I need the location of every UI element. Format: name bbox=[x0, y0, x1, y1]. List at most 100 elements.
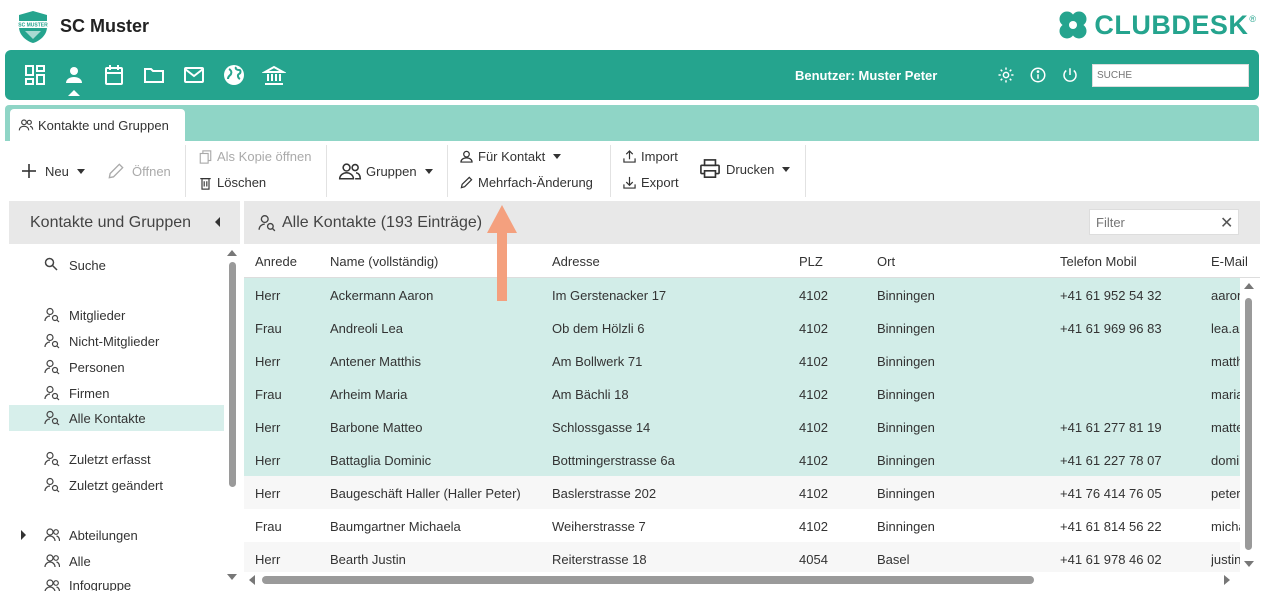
table-row[interactable]: Herr Bearth Justin Reiterstrasse 18 4054 Bas… bbox=[244, 542, 1240, 575]
column-header-city[interactable]: Ort bbox=[877, 254, 895, 269]
cell-city: Binningen bbox=[877, 453, 935, 468]
person-search-icon bbox=[44, 359, 60, 375]
sidebar-item-members[interactable]: Mitglieder bbox=[9, 302, 224, 328]
folder-icon[interactable] bbox=[142, 63, 166, 87]
person-search-icon bbox=[44, 451, 60, 467]
sidebar-title: Kontakte und Gruppen bbox=[30, 213, 192, 231]
toolbar-divider bbox=[326, 145, 327, 197]
import-label: Import bbox=[641, 149, 678, 164]
open-button[interactable]: Öffnen bbox=[106, 161, 171, 181]
filter-input[interactable] bbox=[1089, 209, 1239, 235]
cell-email: justin bbox=[1211, 552, 1240, 567]
sidebar-item-recently-added[interactable]: Zuletzt erfasst bbox=[9, 446, 224, 472]
sidebar-scroll-thumb[interactable] bbox=[229, 262, 236, 487]
cell-address: Am Bollwerk 71 bbox=[552, 354, 643, 369]
multi-change-button[interactable]: Mehrfach-Änderung bbox=[460, 175, 593, 190]
top-header: SC MUSTER SC Muster CLUBDESK ® bbox=[0, 0, 1264, 50]
column-header-address[interactable]: Adresse bbox=[552, 254, 600, 269]
cell-salutation: Herr bbox=[255, 288, 281, 303]
tab-contacts-groups[interactable]: Kontakte und Gruppen bbox=[10, 109, 185, 141]
mail-icon[interactable] bbox=[182, 63, 206, 87]
open-copy-button[interactable]: Als Kopie öffnen bbox=[199, 149, 311, 164]
expand-arrow-icon[interactable] bbox=[21, 530, 26, 540]
sidebar-item-departments[interactable]: Abteilungen bbox=[9, 522, 224, 548]
column-header-mobile[interactable]: Telefon Mobil bbox=[1060, 254, 1137, 269]
delete-button[interactable]: Löschen bbox=[199, 175, 266, 190]
sidebar-item-all-contacts[interactable]: Alle Kontakte bbox=[9, 405, 224, 431]
club-logo[interactable]: SC MUSTER bbox=[15, 9, 51, 45]
import-button[interactable]: Import bbox=[623, 149, 678, 164]
cell-zip: 4102 bbox=[799, 486, 828, 501]
table-row[interactable]: Herr Barbone Matteo Schlossgasse 14 4102 Bin… bbox=[244, 410, 1240, 443]
sidebar-item-search[interactable]: Suche bbox=[9, 252, 224, 278]
club-name: SC Muster bbox=[60, 16, 150, 36]
cell-salutation: Herr bbox=[255, 552, 281, 567]
cell-email: maria bbox=[1211, 387, 1240, 402]
table-row[interactable]: Frau Andreoli Lea Ob dem Hölzli 6 4102 Binni… bbox=[244, 311, 1240, 344]
sidebar-item-recently-changed[interactable]: Zuletzt geändert bbox=[9, 472, 224, 498]
column-header-zip[interactable]: PLZ bbox=[799, 254, 823, 269]
sidebar-item-label: Suche bbox=[69, 257, 106, 273]
table-row[interactable]: Herr Baugeschäft Haller (Haller Peter) Bas… bbox=[244, 476, 1240, 509]
clear-filter-icon[interactable]: ✕ bbox=[1220, 213, 1233, 233]
bank-icon[interactable] bbox=[261, 63, 287, 87]
collapse-sidebar-icon[interactable] bbox=[215, 217, 220, 227]
column-header-email[interactable]: E-Mail bbox=[1211, 254, 1248, 269]
table-row[interactable]: Frau Arheim Maria Am Bächli 18 4102 Binninge… bbox=[244, 377, 1240, 410]
for-contact-button[interactable]: Für Kontakt bbox=[460, 149, 562, 164]
cell-salutation: Herr bbox=[255, 354, 281, 369]
cell-city: Binningen bbox=[877, 420, 935, 435]
sidebar-item-infogroup[interactable]: Infogruppe bbox=[9, 574, 224, 591]
new-button[interactable]: Neu bbox=[20, 162, 85, 180]
active-nav-indicator bbox=[68, 90, 80, 96]
table-row[interactable]: Herr Battaglia Dominic Bottmingerstrasse 6… bbox=[244, 443, 1240, 476]
scroll-down-icon[interactable] bbox=[227, 574, 237, 580]
contacts-icon[interactable] bbox=[62, 63, 86, 87]
scroll-right-icon[interactable] bbox=[1224, 575, 1230, 585]
copy-icon bbox=[199, 149, 212, 164]
sidebar-item-label: Alle bbox=[69, 553, 91, 569]
column-header-name[interactable]: Name (vollständig) bbox=[330, 254, 438, 269]
scroll-up-icon[interactable] bbox=[227, 250, 237, 256]
dashboard-icon[interactable] bbox=[23, 63, 47, 87]
power-icon[interactable] bbox=[1061, 66, 1079, 84]
group-icon bbox=[44, 527, 60, 543]
table-row[interactable]: Frau Baumgartner Michaela Weiherstrasse 7 4… bbox=[244, 509, 1240, 542]
sidebar-item-companies[interactable]: Firmen bbox=[9, 380, 224, 406]
sidebar-item-persons[interactable]: Personen bbox=[9, 354, 224, 380]
global-search-input[interactable] bbox=[1092, 64, 1249, 87]
cell-email: domi bbox=[1211, 453, 1240, 468]
sidebar-item-all[interactable]: Alle bbox=[9, 548, 224, 574]
cell-zip: 4102 bbox=[799, 354, 828, 369]
scroll-left-icon[interactable] bbox=[249, 575, 255, 585]
sidebar-item-non-members[interactable]: Nicht-Mitglieder bbox=[9, 328, 224, 354]
chevron-down-icon bbox=[782, 166, 791, 172]
sidebar-scrollbar[interactable] bbox=[227, 248, 237, 583]
info-icon[interactable] bbox=[1029, 66, 1047, 84]
grid-vertical-scrollbar[interactable] bbox=[1240, 278, 1260, 578]
print-button[interactable]: Drucken bbox=[699, 159, 791, 179]
cell-city: Binningen bbox=[877, 486, 935, 501]
person-search-icon bbox=[44, 385, 60, 401]
multi-change-label: Mehrfach-Änderung bbox=[478, 175, 593, 190]
current-user-label[interactable]: Benutzer: Muster Peter bbox=[795, 68, 937, 83]
sidebar-item-label: Mitglieder bbox=[69, 307, 126, 323]
export-button[interactable]: Export bbox=[623, 175, 679, 190]
column-header-salutation[interactable]: Anrede bbox=[255, 254, 297, 269]
grid-horizontal-thumb[interactable] bbox=[262, 576, 1034, 584]
cell-name: Battaglia Dominic bbox=[330, 453, 432, 468]
person-search-icon bbox=[44, 333, 60, 349]
grid-vertical-thumb[interactable] bbox=[1245, 298, 1252, 550]
scroll-down-icon[interactable] bbox=[1244, 561, 1254, 567]
settings-icon[interactable] bbox=[997, 66, 1015, 84]
sidebar-item-label: Nicht-Mitglieder bbox=[69, 333, 160, 349]
table-row[interactable]: Herr Antener Matthis Am Bollwerk 71 4102 Bin… bbox=[244, 344, 1240, 377]
web-icon[interactable] bbox=[222, 63, 246, 87]
grid-horizontal-scrollbar[interactable] bbox=[244, 572, 1260, 588]
table-row[interactable]: Herr Ackermann Aaron Im Gerstenacker 17 410… bbox=[244, 278, 1240, 311]
calendar-icon[interactable] bbox=[102, 63, 126, 87]
groups-button[interactable]: Gruppen bbox=[338, 161, 433, 181]
scroll-up-icon[interactable] bbox=[1244, 283, 1254, 289]
clubdesk-logo[interactable]: CLUBDESK ® bbox=[1056, 8, 1256, 42]
sidebar-item-label: Abteilungen bbox=[69, 527, 138, 543]
